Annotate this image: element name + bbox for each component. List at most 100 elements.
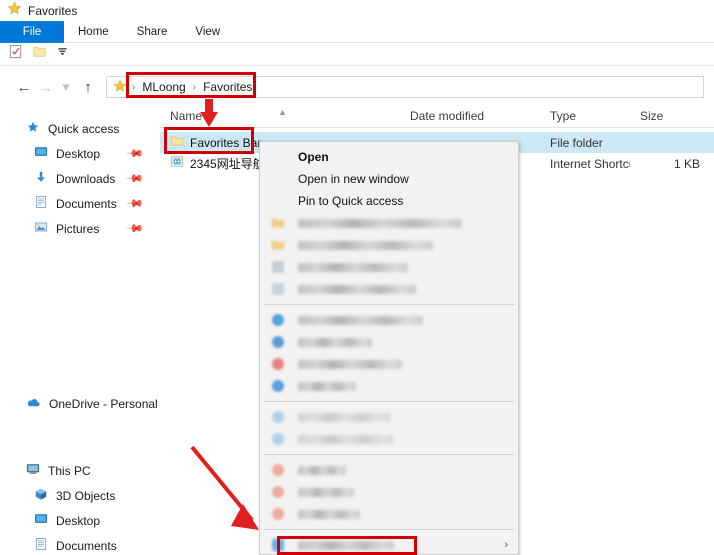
address-bar[interactable]: › MLoong › Favorites	[106, 76, 704, 98]
menu-separator	[264, 454, 514, 455]
desktop-icon	[34, 145, 48, 162]
address-star-icon	[113, 78, 127, 96]
sidebar-item-onedrive[interactable]: OneDrive - Personal	[0, 391, 160, 416]
sidebar-item-documents-pc[interactable]: Documents	[0, 533, 160, 555]
redacted-label	[298, 509, 360, 519]
column-header-size[interactable]: Size	[630, 109, 714, 123]
redacted-label	[298, 315, 423, 325]
sidebar-item-downloads[interactable]: Downloads 📌	[0, 166, 160, 191]
lightblue-app-icon	[270, 409, 286, 425]
blue-app-icon	[270, 537, 286, 553]
redacted-label	[298, 465, 346, 475]
back-button[interactable]: ←	[12, 75, 36, 99]
pictures-icon	[34, 220, 48, 237]
properties-icon[interactable]	[8, 44, 23, 64]
menu-item-redacted[interactable]	[260, 234, 518, 256]
redacted-label	[298, 262, 408, 272]
column-header-type[interactable]: Type	[540, 109, 630, 123]
up-button[interactable]: ↑	[76, 75, 100, 99]
sidebar-item-pictures[interactable]: Pictures 📌	[0, 216, 160, 241]
context-menu: Open Open in new window Pin to Quick acc…	[259, 141, 519, 555]
sidebar-item-this-pc[interactable]: This PC	[0, 458, 160, 483]
breadcrumb-favorites[interactable]: Favorites	[201, 80, 254, 94]
column-header-name[interactable]: Name ▲	[160, 106, 400, 123]
blue-app-icon	[270, 312, 286, 328]
menu-item-redacted[interactable]	[260, 459, 518, 481]
star-icon	[7, 1, 22, 21]
tab-file[interactable]: File	[0, 21, 64, 43]
menu-item-redacted[interactable]	[260, 375, 518, 397]
salmon-app-icon	[270, 484, 286, 500]
menu-item-open[interactable]: Open	[260, 146, 518, 168]
desktop-icon	[34, 512, 48, 529]
menu-separator	[264, 304, 514, 305]
sidebar-item-desktop[interactable]: Desktop 📌	[0, 141, 160, 166]
menu-item-redacted[interactable]	[260, 481, 518, 503]
new-folder-icon[interactable]	[32, 44, 47, 64]
menu-item-redacted[interactable]	[260, 428, 518, 450]
menu-item-redacted[interactable]	[260, 256, 518, 278]
sidebar-item-desktop-pc[interactable]: Desktop	[0, 508, 160, 533]
lightblue-app-icon	[270, 431, 286, 447]
chevron-right-icon: ›	[504, 539, 508, 551]
column-header-row: Name ▲ Date modified Type Size	[160, 104, 714, 128]
menu-item-redacted[interactable]	[260, 278, 518, 300]
customize-dropdown-icon[interactable]	[56, 45, 69, 63]
sidebar-label: OneDrive - Personal	[49, 396, 158, 411]
tab-view[interactable]: View	[181, 21, 234, 43]
redacted-label	[298, 412, 390, 422]
blue-app-icon	[270, 334, 286, 350]
column-header-date-modified[interactable]: Date modified	[400, 109, 540, 123]
generic-icon	[270, 281, 286, 297]
generic-icon	[270, 259, 286, 275]
redacted-label	[298, 218, 462, 228]
documents-icon	[34, 195, 48, 212]
red-app-icon	[270, 356, 286, 372]
redacted-label	[298, 240, 433, 250]
quick-access-toolbar	[0, 43, 714, 65]
breadcrumb-mloong[interactable]: MLoong	[140, 80, 187, 94]
toolbar-divider	[0, 65, 714, 66]
redacted-label	[298, 359, 402, 369]
menu-item-redacted[interactable]	[260, 212, 518, 234]
redacted-label	[298, 381, 356, 391]
menu-item-pin-to-quick-access[interactable]: Pin to Quick access	[260, 190, 518, 212]
sidebar-item-documents[interactable]: Documents 📌	[0, 191, 160, 216]
menu-item-redacted[interactable]	[260, 353, 518, 375]
file-name-text: 2345网址导航	[190, 157, 265, 171]
redacted-label	[298, 487, 354, 497]
recent-locations-button[interactable]: ▾	[56, 75, 76, 99]
sidebar-label: Pictures	[56, 221, 100, 236]
menu-item-redacted-submenu[interactable]: ›	[260, 534, 518, 555]
forward-button[interactable]: →	[36, 75, 56, 99]
file-name-text: Favorites Bar	[190, 135, 262, 150]
sort-ascending-icon: ▲	[278, 106, 287, 117]
type-cell: Internet Shortcut	[550, 156, 630, 171]
size-cell: 1 KB	[673, 156, 700, 171]
redacted-label	[298, 540, 394, 550]
sidebar-item-3d-objects[interactable]: 3D Objects	[0, 483, 160, 508]
menu-item-open-in-new-window[interactable]: Open in new window	[260, 168, 518, 190]
redacted-label	[298, 337, 372, 347]
sidebar-label: Downloads	[56, 171, 116, 186]
menu-item-redacted[interactable]	[260, 503, 518, 525]
file-explorer-window: Favorites File Home Share View ← → ▾ ↑ ›…	[0, 0, 714, 555]
tab-home[interactable]: Home	[64, 21, 123, 43]
sidebar-item-quick-access[interactable]: Quick access	[0, 116, 160, 141]
menu-item-redacted[interactable]	[260, 406, 518, 428]
title-bar: Favorites	[0, 0, 714, 21]
internet-shortcut-icon	[170, 155, 184, 172]
quick-access-star-icon	[26, 120, 40, 137]
tab-share[interactable]: Share	[123, 21, 182, 43]
menu-separator	[264, 401, 514, 402]
pin-icon: 📌	[125, 144, 144, 163]
menu-item-redacted[interactable]	[260, 331, 518, 353]
salmon-app-icon	[270, 506, 286, 522]
onedrive-icon	[26, 395, 41, 413]
downloads-icon	[34, 170, 48, 187]
pin-icon: 📌	[125, 169, 144, 188]
menu-item-redacted[interactable]	[260, 309, 518, 331]
column-label: Name	[170, 108, 203, 123]
breadcrumb-separator: ›	[192, 81, 197, 93]
